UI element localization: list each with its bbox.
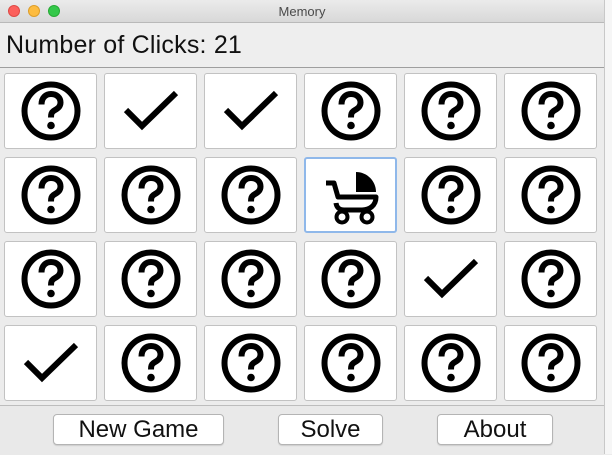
question-icon: [520, 80, 582, 142]
check-icon: [221, 88, 281, 134]
memory-card-r4c2[interactable]: [104, 325, 197, 401]
question-icon: [420, 332, 482, 394]
memory-card-r1c6[interactable]: [504, 73, 597, 149]
memory-card-grid: [4, 73, 600, 403]
button-bar: New Game Solve About: [0, 405, 604, 455]
memory-card-r3c3[interactable]: [204, 241, 297, 317]
question-icon: [220, 332, 282, 394]
stroller-icon: [320, 164, 382, 226]
question-icon: [20, 248, 82, 310]
memory-card-r2c6[interactable]: [504, 157, 597, 233]
check-icon: [421, 256, 481, 302]
memory-card-r1c5[interactable]: [404, 73, 497, 149]
click-counter-label: Number of Clicks:: [6, 31, 214, 59]
memory-card-r2c3[interactable]: [204, 157, 297, 233]
memory-card-r3c6[interactable]: [504, 241, 597, 317]
memory-card-r1c4[interactable]: [304, 73, 397, 149]
memory-card-r2c2[interactable]: [104, 157, 197, 233]
memory-card-r3c2[interactable]: [104, 241, 197, 317]
question-icon: [320, 80, 382, 142]
question-icon: [520, 248, 582, 310]
memory-card-r4c4[interactable]: [304, 325, 397, 401]
memory-card-r1c1[interactable]: [4, 73, 97, 149]
background-window-edge: [604, 0, 612, 454]
question-icon: [520, 164, 582, 226]
memory-card-r1c3[interactable]: [204, 73, 297, 149]
question-icon: [220, 164, 282, 226]
window-title: Memory: [278, 4, 326, 19]
question-icon: [120, 248, 182, 310]
solve-button[interactable]: Solve: [278, 414, 383, 445]
question-icon: [420, 80, 482, 142]
question-icon: [520, 332, 582, 394]
memory-card-r4c6[interactable]: [504, 325, 597, 401]
question-icon: [120, 164, 182, 226]
click-counter-bar: Number of Clicks: 21: [0, 23, 604, 68]
memory-card-r4c1[interactable]: [4, 325, 97, 401]
title-bar: Memory: [0, 0, 604, 23]
memory-card-r2c4[interactable]: [304, 157, 397, 233]
about-button[interactable]: About: [437, 414, 553, 445]
click-counter: Number of Clicks: 21: [6, 31, 242, 60]
check-icon: [121, 88, 181, 134]
memory-card-r4c5[interactable]: [404, 325, 497, 401]
question-icon: [420, 164, 482, 226]
question-icon: [20, 164, 82, 226]
question-icon: [320, 248, 382, 310]
memory-card-r2c5[interactable]: [404, 157, 497, 233]
memory-card-r3c4[interactable]: [304, 241, 397, 317]
question-icon: [120, 332, 182, 394]
click-counter-value: 21: [213, 31, 243, 59]
check-icon: [21, 340, 81, 386]
memory-card-r1c2[interactable]: [104, 73, 197, 149]
new-game-button[interactable]: New Game: [53, 414, 224, 445]
memory-card-r3c1[interactable]: [4, 241, 97, 317]
memory-card-r3c5[interactable]: [404, 241, 497, 317]
question-icon: [20, 80, 82, 142]
question-icon: [220, 248, 282, 310]
memory-card-r2c1[interactable]: [4, 157, 97, 233]
memory-card-r4c3[interactable]: [204, 325, 297, 401]
question-icon: [320, 332, 382, 394]
